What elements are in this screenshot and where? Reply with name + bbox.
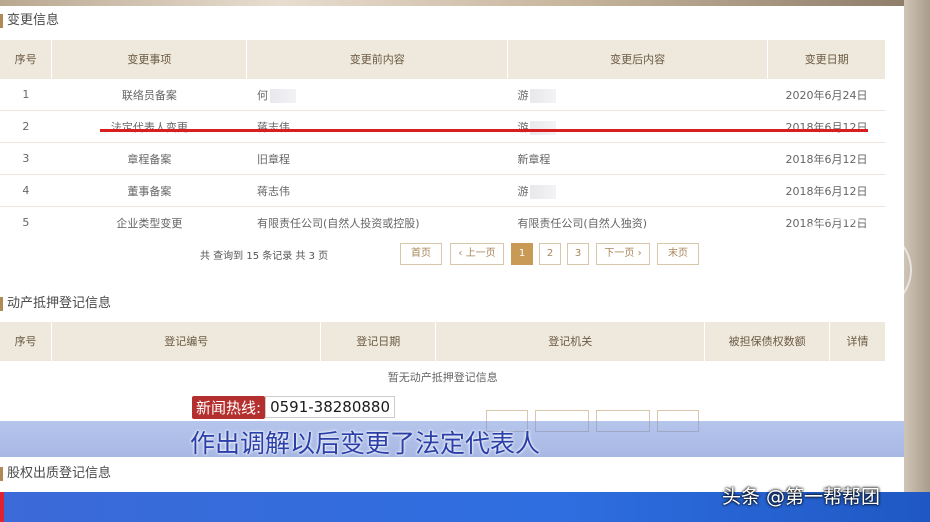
cell-date: 2018年6月12日 bbox=[767, 174, 886, 207]
change-info-table: 序号 变更事项 变更前内容 变更后内容 变更日期 1 联络员备案 何 游 202… bbox=[0, 40, 886, 238]
cell-no: 5 bbox=[0, 206, 52, 238]
table-row: 4 董事备案 蒋志伟 游 2018年6月12日 bbox=[0, 174, 886, 207]
cell-before: 蒋志伟 bbox=[246, 174, 508, 207]
table-row: 暂无动产抵押登记信息 bbox=[0, 360, 886, 392]
table-row: 2 法定代表人变更 蒋志伟 游 2018年6月12日 bbox=[0, 110, 886, 143]
mosaic-mask bbox=[530, 184, 557, 199]
cell-item: 章程备案 bbox=[51, 142, 247, 175]
table-row: 3 章程备案 旧章程 新章程 2018年6月12日 bbox=[0, 142, 886, 175]
hotline-label: 新闻热线: bbox=[192, 395, 266, 419]
cell-after: 游 bbox=[507, 78, 768, 111]
empty-message: 暂无动产抵押登记信息 bbox=[0, 360, 886, 392]
page-button-2[interactable]: 2 bbox=[539, 243, 561, 265]
cell-before: 旧章程 bbox=[246, 142, 508, 175]
cell-item: 法定代表人变更 bbox=[51, 110, 247, 143]
hotline-number: 0591-38280880 bbox=[265, 396, 395, 418]
cell-before: 何 bbox=[246, 78, 508, 111]
col-reg-number: 登记编号 bbox=[51, 322, 322, 361]
col-reg-authority: 登记机关 bbox=[435, 322, 706, 361]
cell-item: 董事备案 bbox=[51, 174, 247, 207]
mosaic-mask bbox=[530, 88, 557, 103]
cell-after: 有限责任公司(自然人独资) bbox=[507, 206, 768, 238]
cell-no: 2 bbox=[0, 110, 52, 143]
subtitle-caption: 作出调解以后变更了法定代表人 bbox=[190, 429, 541, 458]
first-page-button[interactable]: 首页 bbox=[400, 243, 442, 265]
mosaic-mask bbox=[530, 120, 557, 135]
cell-no: 4 bbox=[0, 174, 52, 207]
prev-page-button[interactable]: ‹ 上一页 bbox=[450, 243, 504, 265]
table-row: 5 企业类型变更 有限责任公司(自然人投资或控股) 有限责任公司(自然人独资) … bbox=[0, 206, 886, 238]
cell-after: 游 bbox=[507, 110, 768, 143]
source-watermark: 头条 @第一帮帮团 bbox=[722, 486, 881, 508]
cell-date: 2020年6月24日 bbox=[767, 78, 886, 111]
highlight-underline bbox=[100, 129, 868, 132]
col-reg-date: 登记日期 bbox=[320, 322, 437, 361]
col-item: 变更事项 bbox=[51, 40, 248, 79]
col-date: 变更日期 bbox=[767, 40, 886, 79]
change-info-pagination: 共 查询到 15 条记录 共 3 页 首页 ‹ 上一页 1 2 3 下一页 › … bbox=[0, 243, 904, 265]
cell-after: 游 bbox=[507, 174, 768, 207]
cell-item: 企业类型变更 bbox=[51, 206, 247, 238]
channel-stamp-logo: 帮帮团 bbox=[778, 218, 912, 322]
page-button-3[interactable]: 3 bbox=[567, 243, 589, 265]
cell-no: 1 bbox=[0, 78, 52, 111]
col-no: 序号 bbox=[0, 322, 53, 361]
table-header-row: 序号 变更事项 变更前内容 变更后内容 变更日期 bbox=[0, 40, 886, 79]
pagination-summary: 共 查询到 15 条记录 共 3 页 bbox=[200, 251, 329, 262]
mosaic-mask bbox=[269, 88, 296, 103]
section-title-change-info: 变更信息 bbox=[0, 11, 59, 31]
col-before: 变更前内容 bbox=[246, 40, 508, 79]
table-row: 1 联络员备案 何 游 2020年6月24日 bbox=[0, 78, 886, 111]
cell-item: 联络员备案 bbox=[51, 78, 247, 111]
col-secured-amount: 被担保债权数额 bbox=[704, 322, 830, 361]
news-hotline: 新闻热线: 0591-38280880 bbox=[192, 395, 395, 419]
col-no: 序号 bbox=[0, 40, 53, 79]
cell-before: 有限责任公司(自然人投资或控股) bbox=[246, 206, 508, 238]
cell-after: 新章程 bbox=[507, 142, 768, 175]
col-details: 详情 bbox=[829, 322, 887, 361]
cell-date: 2018年6月12日 bbox=[767, 142, 886, 175]
section-title-equity: 股权出质登记信息 bbox=[0, 464, 111, 484]
cell-before: 蒋志伟 bbox=[246, 110, 508, 143]
cell-date: 2018年6月12日 bbox=[767, 110, 886, 143]
table-header-row: 序号 登记编号 登记日期 登记机关 被担保债权数额 详情 bbox=[0, 322, 887, 361]
mortgage-table: 序号 登记编号 登记日期 登记机关 被担保债权数额 详情 暂无动产抵押登记信息 bbox=[0, 322, 887, 392]
next-page-button[interactable]: 下一页 › bbox=[596, 243, 650, 265]
col-after: 变更后内容 bbox=[507, 40, 769, 79]
page-button-1[interactable]: 1 bbox=[511, 243, 533, 265]
last-page-button[interactable]: 末页 bbox=[657, 243, 699, 265]
section-title-mortgage: 动产抵押登记信息 bbox=[0, 294, 111, 314]
cell-no: 3 bbox=[0, 142, 52, 175]
